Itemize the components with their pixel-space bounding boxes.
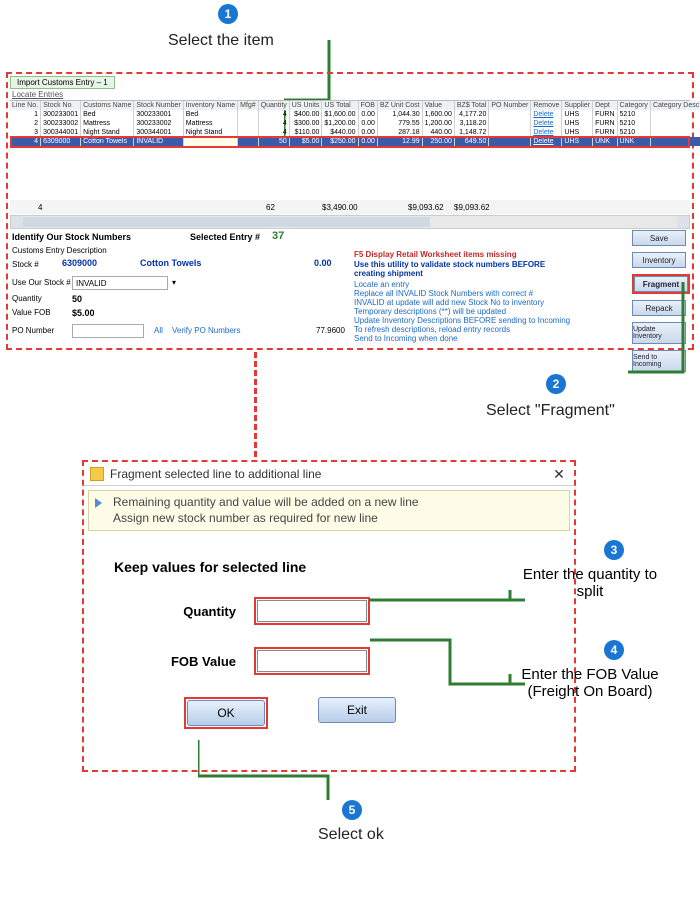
dialog-heading: Keep values for selected line [114, 559, 544, 575]
scroll-thumb[interactable] [23, 217, 430, 227]
hint-line1: Remaining quantity and value will be add… [113, 495, 563, 511]
grid-row[interactable]: 1300233001Bed 300233001Bed 4$400.00$1,60… [10, 110, 700, 119]
use-stock-input[interactable] [72, 276, 168, 290]
save-button[interactable]: Save [632, 230, 686, 246]
note-send: Send to Incoming when done [354, 334, 458, 343]
close-icon[interactable]: ✕ [550, 465, 568, 483]
repack-button[interactable]: Repack [632, 300, 686, 316]
step1-badge: 1 [218, 4, 238, 24]
value-fob-label: Value FOB [12, 308, 51, 317]
dlg-fob-input[interactable] [257, 650, 367, 672]
stock-hash-value: 6309000 [62, 258, 97, 268]
note-locate: Locate an entry [354, 280, 409, 289]
step2-badge: 2 [546, 374, 566, 394]
po-number-input[interactable] [72, 324, 144, 338]
dlg-fob-label: FOB Value [114, 654, 254, 669]
quantity-value: 50 [72, 294, 82, 304]
fob-display: 0.00 [314, 258, 332, 268]
note-update: Update Inventory Descriptions BEFORE sen… [354, 316, 570, 325]
step4-badge: 4 [604, 640, 624, 660]
all-link[interactable]: All [154, 326, 163, 335]
delete-link[interactable]: Delete [533, 120, 553, 127]
note-temp: Temporary descriptions (**) will be upda… [354, 307, 506, 316]
step2-annotation: 2 Select "Fragment" [0, 356, 700, 422]
note-refresh: To refresh descriptions, reload entry re… [354, 325, 510, 334]
selected-entry-value: 37 [272, 230, 284, 242]
step1-annotation: 1 Select the item [0, 0, 700, 72]
scroll-left-icon[interactable] [11, 216, 23, 228]
dialog-title: Fragment selected line to additional lin… [110, 467, 321, 481]
dropdown-icon[interactable]: ▾ [172, 278, 176, 287]
ok-button[interactable]: OK [187, 700, 265, 726]
dialog-hint: Remaining quantity and value will be add… [88, 490, 570, 531]
grid-row[interactable]: 2300233002Mattress 300233002Mattress 4$3… [10, 119, 700, 128]
grid-row-selected[interactable]: 46309000Cotton Towels INVALID 50$5.00$25… [10, 137, 700, 146]
step4-label: Enter the FOB Value (Freight On Board) [510, 666, 670, 700]
rate-value: 77.9600 [316, 326, 345, 335]
fragment-button[interactable]: Fragment [634, 276, 688, 292]
step3-badge: 3 [604, 540, 624, 560]
step3-annotation: 3 Enter the quantity to split [510, 540, 670, 600]
step5-label: Select ok [318, 826, 384, 844]
step3-label: Enter the quantity to split [510, 566, 670, 600]
note-f5: F5 Display Retail Worksheet items missin… [354, 250, 517, 259]
step1-label: Select the item [168, 32, 274, 50]
quantity-label: Quantity [12, 294, 42, 303]
customs-desc-label: Customs Entry Description [12, 246, 107, 255]
dialog-area: Fragment selected line to additional lin… [0, 430, 700, 790]
exit-button[interactable]: Exit [318, 697, 396, 723]
selected-entry-label: Selected Entry # [190, 232, 260, 242]
horizontal-scrollbar[interactable] [10, 215, 690, 229]
delete-link[interactable]: Delete [533, 129, 553, 136]
identify-header: Identify Our Stock Numbers [12, 232, 131, 242]
main-window: Import Customs Entry – 1 Locate Entries … [6, 72, 694, 350]
customs-name-value: Cotton Towels [140, 258, 201, 268]
dlg-quantity-input[interactable] [257, 600, 367, 622]
step2-label: Select "Fragment" [486, 402, 615, 420]
note-invalid: INVALID at update will add new Stock No … [354, 298, 544, 307]
value-fob-value: $5.00 [72, 308, 95, 318]
dlg-quantity-label: Quantity [114, 604, 254, 619]
dialog-icon [90, 467, 104, 481]
locate-entries-link[interactable]: Locate Entries [12, 90, 63, 99]
dialog-titlebar: Fragment selected line to additional lin… [84, 462, 574, 486]
window-tab[interactable]: Import Customs Entry – 1 [10, 76, 115, 89]
entries-grid[interactable]: Line No.Stock NoCustoms Name Stock Numbe… [10, 100, 690, 146]
grid-header-row: Line No.Stock NoCustoms Name Stock Numbe… [10, 101, 700, 110]
stock-hash-label: Stock # [12, 260, 39, 269]
delete-link[interactable]: Delete [533, 138, 553, 145]
grid-row[interactable]: 3300344001Night Stand 300344001Night Sta… [10, 128, 700, 137]
delete-link[interactable]: Delete [533, 111, 553, 118]
hint-line2: Assign new stock number as required for … [113, 511, 563, 527]
caret-icon [95, 498, 102, 508]
step5-annotation: 5 Select ok [0, 790, 700, 854]
grid-totals: 4 62 $3,490.00 $9,093.62 $9,093.62 [10, 200, 690, 214]
fragment-dialog: Fragment selected line to additional lin… [82, 460, 576, 772]
step5-badge: 5 [342, 800, 362, 820]
note-validate: Use this utility to validate stock numbe… [354, 260, 554, 278]
verify-po-link[interactable]: Verify PO Numbers [172, 326, 240, 335]
side-button-stack: Save Inventory Fragment Repack Update In… [632, 230, 690, 372]
inventory-button[interactable]: Inventory [632, 252, 686, 268]
step4-annotation: 4 Enter the FOB Value (Freight On Board) [510, 640, 670, 700]
note-replace: Replace all INVALID Stock Numbers with c… [354, 289, 533, 298]
scroll-right-icon[interactable] [677, 216, 689, 228]
identify-panel: Identify Our Stock Numbers Selected Entr… [10, 232, 690, 346]
use-stock-label: Use Our Stock # [12, 278, 71, 287]
update-inventory-button[interactable]: Update Inventory [632, 322, 686, 344]
po-number-label: PO Number [12, 326, 54, 335]
